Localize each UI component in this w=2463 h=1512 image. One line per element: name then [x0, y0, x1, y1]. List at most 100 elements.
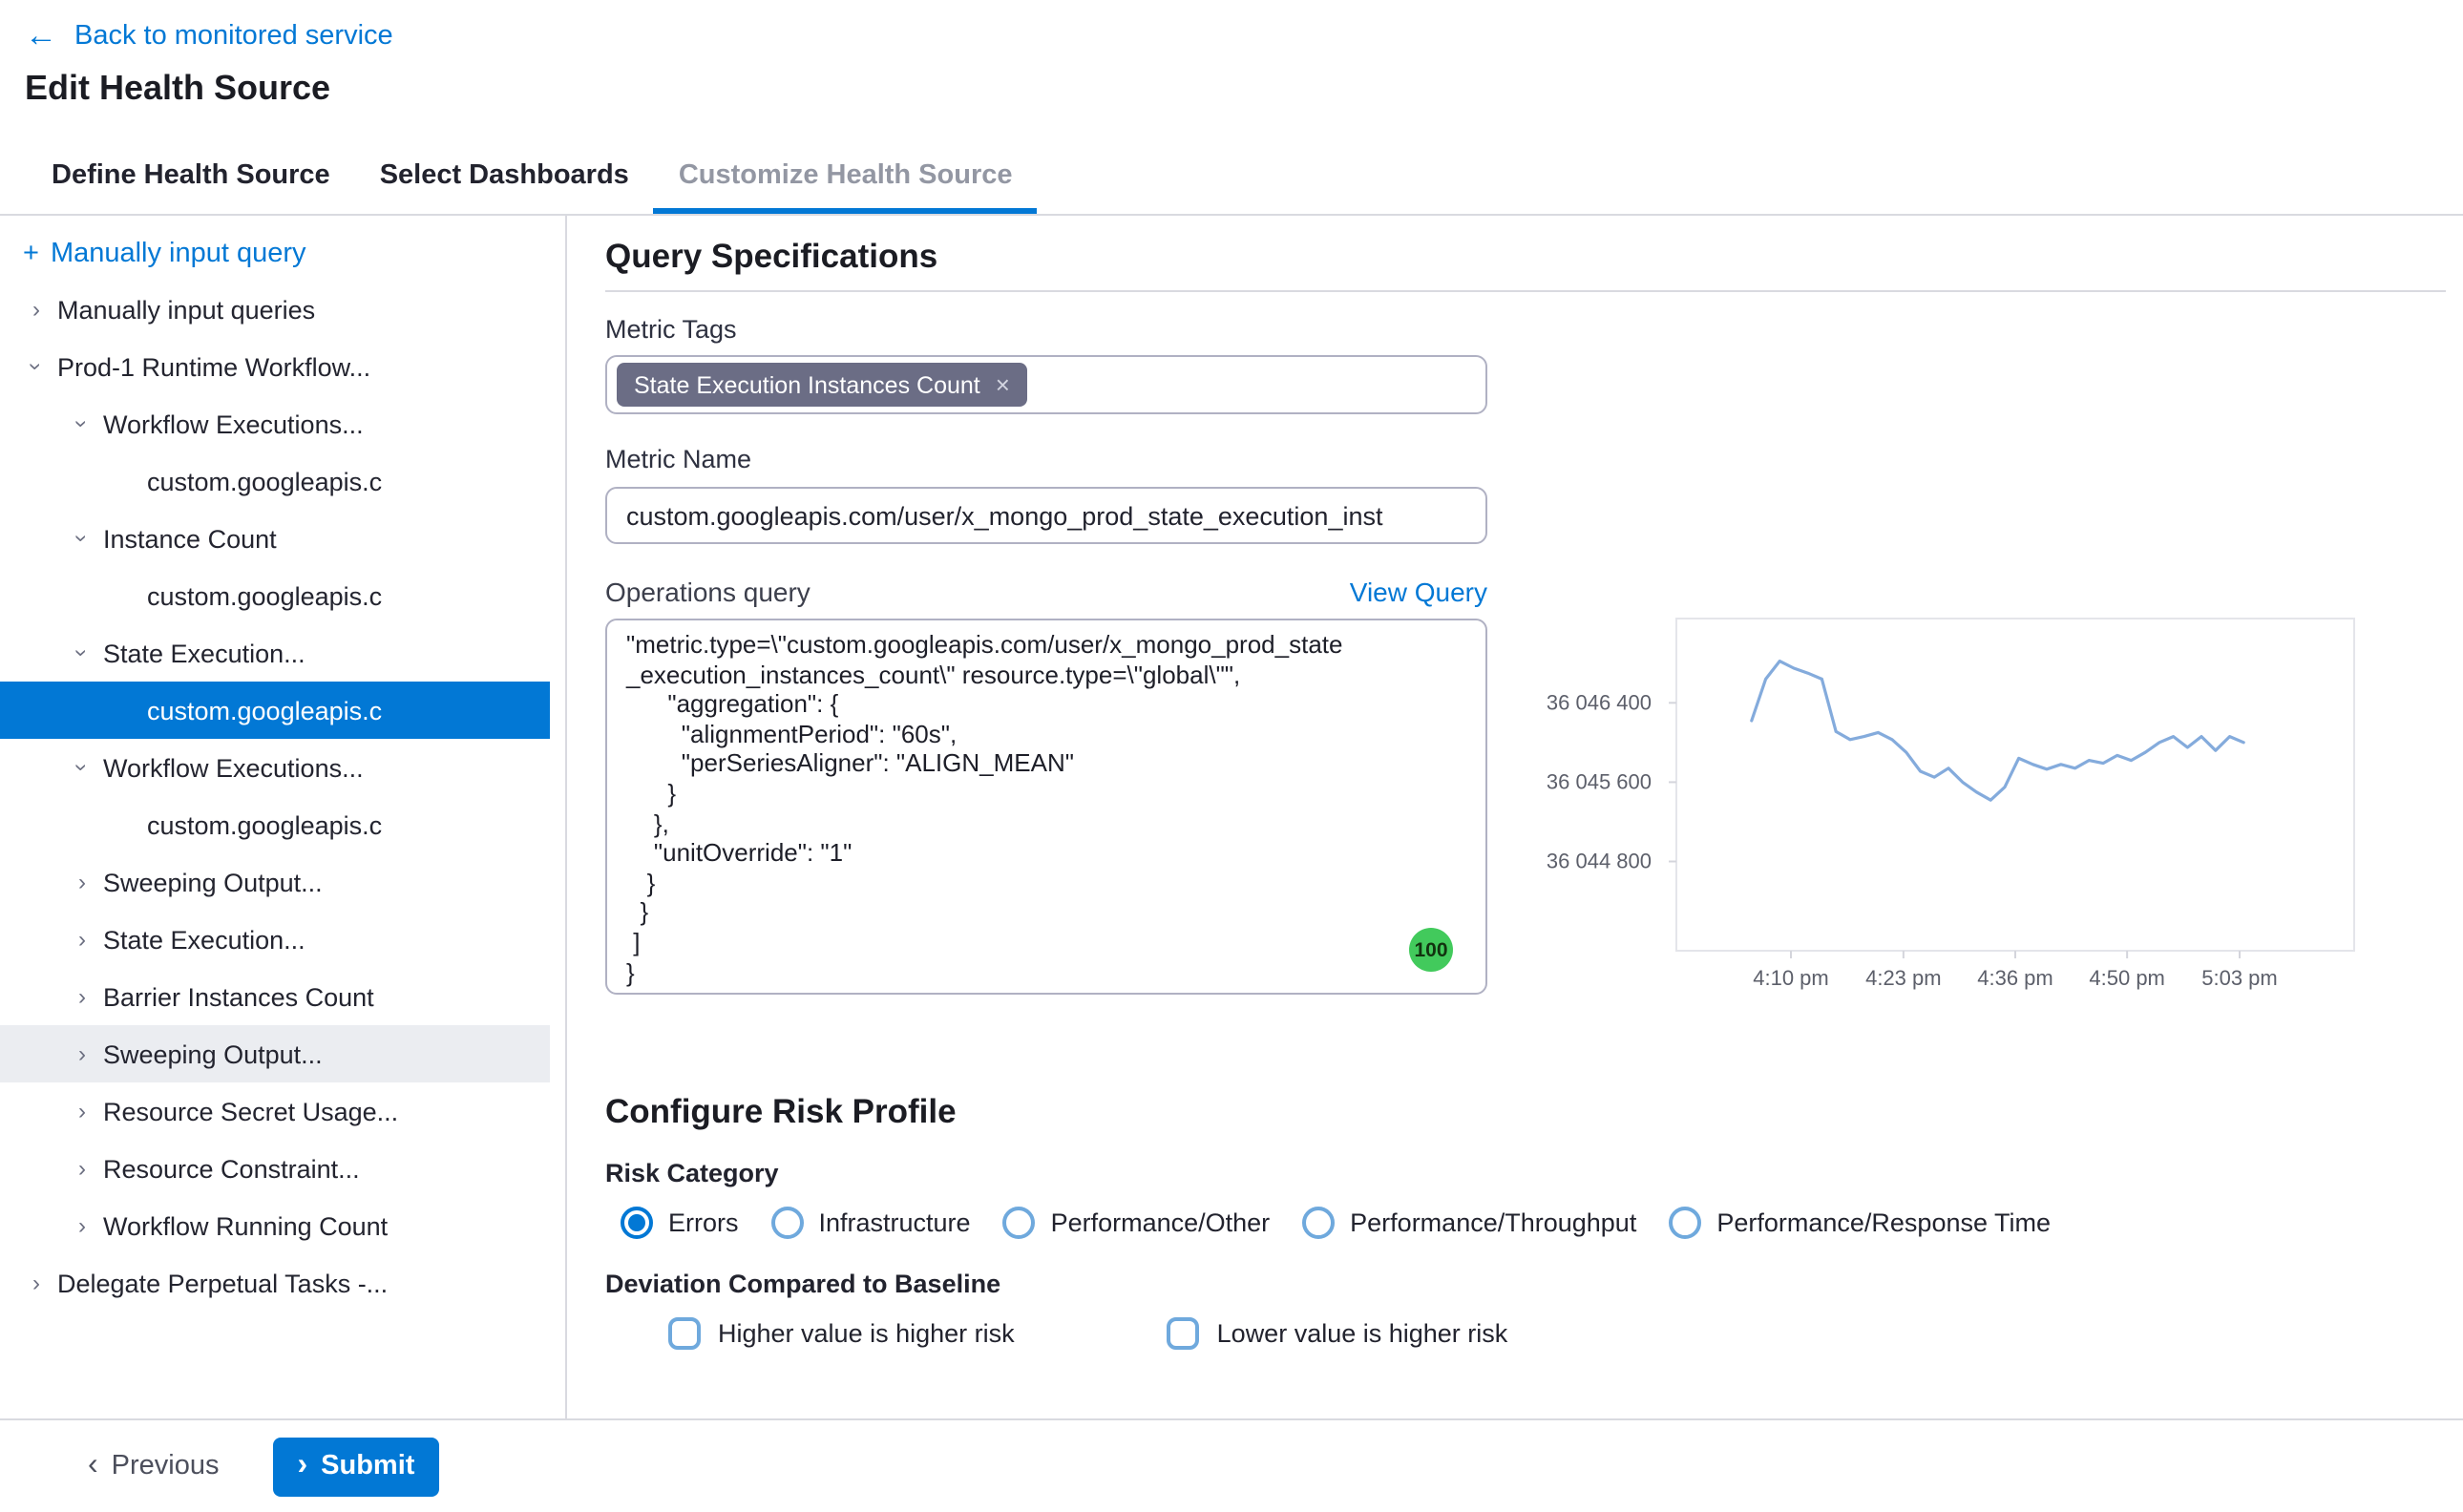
chevron-down-icon[interactable]: ›: [71, 521, 94, 556]
edit-health-source-page: ← Back to monitored service Edit Health …: [0, 0, 2463, 1512]
chevron-down-icon[interactable]: ›: [71, 407, 94, 441]
svg-text:5:03 pm: 5:03 pm: [2201, 966, 2278, 990]
tree-item-state-execution[interactable]: ›State Execution...: [0, 911, 550, 968]
chevron-right-icon[interactable]: ›: [65, 928, 99, 951]
back-arrow-icon: ←: [25, 19, 57, 52]
risk-option-infrastructure[interactable]: Infrastructure: [771, 1207, 971, 1239]
operations-query-label: Operations query: [605, 577, 810, 607]
risk-category-options: Errors Infrastructure Performance/Other Per…: [605, 1207, 2446, 1239]
risk-option-performance-response-time[interactable]: Performance/Response Time: [1669, 1207, 2051, 1239]
chevron-right-icon[interactable]: ›: [65, 985, 99, 1008]
tree-item-sweeping-output[interactable]: ›Sweeping Output...: [0, 853, 550, 911]
checkbox-option-label: Higher value is higher risk: [718, 1319, 1015, 1348]
tree-item-label: Barrier Instances Count: [103, 982, 374, 1011]
tree-item-label: custom.googleapis.c: [147, 467, 382, 495]
radio-option-label: Errors: [668, 1208, 739, 1237]
chevron-right-icon[interactable]: ›: [19, 1271, 53, 1294]
svg-text:36 045 600: 36 045 600: [1547, 769, 1652, 793]
metric-preview-chart: 36 046 40036 045 60036 044 8004:10 pm4:2…: [1499, 607, 2396, 998]
footer: ‹ Previous › Submit: [0, 1418, 2463, 1512]
previous-button[interactable]: ‹ Previous: [88, 1451, 220, 1481]
radio-option-label: Performance/Throughput: [1350, 1208, 1636, 1237]
add-query-link[interactable]: + Manually input query: [0, 216, 565, 269]
tree-item-resource-constraint[interactable]: ›Resource Constraint...: [0, 1140, 550, 1197]
tree-item-label: Manually input queries: [57, 295, 315, 324]
health-source-tree: ›Manually input queries›Prod-1 Runtime W…: [0, 281, 565, 1312]
radio-icon[interactable]: [1302, 1207, 1335, 1239]
submit-button[interactable]: › Submit: [273, 1437, 440, 1496]
tree-item-instance-count[interactable]: ›Instance Count: [0, 510, 550, 567]
deviation-option-higher-value-is-higher-risk[interactable]: Higher value is higher risk: [668, 1317, 1015, 1350]
tree-item-custom-googleapis-c[interactable]: custom.googleapis.c: [0, 796, 550, 853]
radio-icon[interactable]: [621, 1207, 653, 1239]
radio-icon[interactable]: [1003, 1207, 1036, 1239]
radio-option-label: Performance/Response Time: [1716, 1208, 2051, 1237]
tab-select-dashboards[interactable]: Select Dashboards: [355, 137, 654, 214]
tree-item-label: Sweeping Output...: [103, 868, 323, 896]
chevron-left-icon: ‹: [88, 1451, 98, 1481]
back-link-label: Back to monitored service: [74, 20, 393, 51]
tree-item-delegate-perpetual-tasks[interactable]: ›Delegate Perpetual Tasks -...: [0, 1254, 550, 1312]
tree-item-sweeping-output[interactable]: ›Sweeping Output...: [0, 1025, 550, 1082]
submit-label: Submit: [321, 1451, 414, 1481]
query-sidebar: + Manually input query ›Manually input q…: [0, 216, 567, 1418]
add-query-label: Manually input query: [51, 239, 306, 269]
chevron-right-icon[interactable]: ›: [65, 1100, 99, 1123]
query-code: "metric.type=\"custom.googleapis.com/use…: [626, 630, 1466, 987]
svg-text:36 046 400: 36 046 400: [1547, 690, 1652, 714]
tree-item-label: Workflow Executions...: [103, 410, 364, 438]
operations-query-editor[interactable]: "metric.type=\"custom.googleapis.com/use…: [605, 619, 1487, 995]
chevron-right-icon[interactable]: ›: [65, 1214, 99, 1237]
metric-tags-label: Metric Tags: [605, 315, 2446, 346]
metric-tag-label: State Execution Instances Count: [634, 371, 980, 398]
tree-item-custom-googleapis-c[interactable]: custom.googleapis.c: [0, 452, 550, 510]
metric-name-input[interactable]: [605, 487, 1487, 544]
tree-item-custom-googleapis-c[interactable]: custom.googleapis.c: [0, 567, 550, 624]
query-records-badge: 100: [1409, 928, 1453, 972]
metric-name-label: Metric Name: [605, 445, 2446, 475]
tree-item-workflow-executions[interactable]: › Workflow Executions...: [0, 395, 550, 452]
svg-text:4:36 pm: 4:36 pm: [1977, 966, 2053, 990]
chevron-right-icon[interactable]: ›: [65, 1157, 99, 1180]
tree-item-manually-input-queries[interactable]: ›Manually input queries: [0, 281, 550, 338]
tree-item-label: custom.googleapis.c: [147, 696, 382, 724]
tree-item-label: custom.googleapis.c: [147, 581, 382, 610]
checkbox-icon[interactable]: [1168, 1317, 1200, 1350]
tree-item-label: Workflow Running Count: [103, 1211, 388, 1240]
metric-tags-input[interactable]: State Execution Instances Count ×: [605, 355, 1487, 414]
checkbox-option-label: Lower value is higher risk: [1217, 1319, 1508, 1348]
tree-item-prod-1-runtime-workflow[interactable]: › Prod-1 Runtime Workflow...: [0, 338, 550, 395]
view-query-link[interactable]: View Query: [1350, 577, 1487, 607]
tree-item-state-execution[interactable]: ›State Execution...: [0, 624, 550, 682]
deviation-option-lower-value-is-higher-risk[interactable]: Lower value is higher risk: [1168, 1317, 1508, 1350]
risk-option-performance-throughput[interactable]: Performance/Throughput: [1302, 1207, 1636, 1239]
chevron-right-icon[interactable]: ›: [65, 1042, 99, 1065]
checkbox-icon[interactable]: [668, 1317, 701, 1350]
tree-item-label: Resource Secret Usage...: [103, 1097, 398, 1125]
risk-option-performance-other[interactable]: Performance/Other: [1003, 1207, 1271, 1239]
chevron-right-icon[interactable]: ›: [19, 298, 53, 321]
tree-item-label: Prod-1 Runtime Workflow...: [57, 352, 370, 381]
tree-item-workflow-executions[interactable]: ›Workflow Executions...: [0, 739, 550, 796]
chevron-down-icon[interactable]: ›: [71, 636, 94, 670]
tree-item-label: State Execution...: [103, 925, 305, 954]
tree-item-resource-secret-usage[interactable]: ›Resource Secret Usage...: [0, 1082, 550, 1140]
radio-icon[interactable]: [771, 1207, 804, 1239]
radio-icon[interactable]: [1669, 1207, 1701, 1239]
tab-customize-health-source[interactable]: Customize Health Source: [654, 137, 1038, 214]
deviation-label: Deviation Compared to Baseline: [605, 1270, 2446, 1300]
page-title: Edit Health Source: [25, 69, 330, 109]
back-link[interactable]: ← Back to monitored service: [25, 19, 393, 52]
chevron-down-icon[interactable]: ›: [25, 349, 48, 384]
remove-tag-icon[interactable]: ×: [996, 370, 1010, 399]
risk-category-label: Risk Category: [605, 1159, 2446, 1189]
tab-define-health-source[interactable]: Define Health Source: [27, 137, 355, 214]
tree-item-workflow-running-count[interactable]: ›Workflow Running Count: [0, 1197, 550, 1254]
chevron-down-icon[interactable]: ›: [71, 750, 94, 785]
tree-item-custom-googleapis-c[interactable]: custom.googleapis.c: [0, 682, 550, 739]
tree-item-barrier-instances-count[interactable]: ›Barrier Instances Count: [0, 968, 550, 1025]
tree-item-label: Sweeping Output...: [103, 1040, 323, 1068]
previous-label: Previous: [112, 1451, 220, 1481]
risk-option-errors[interactable]: Errors: [621, 1207, 739, 1239]
chevron-right-icon[interactable]: ›: [65, 871, 99, 893]
